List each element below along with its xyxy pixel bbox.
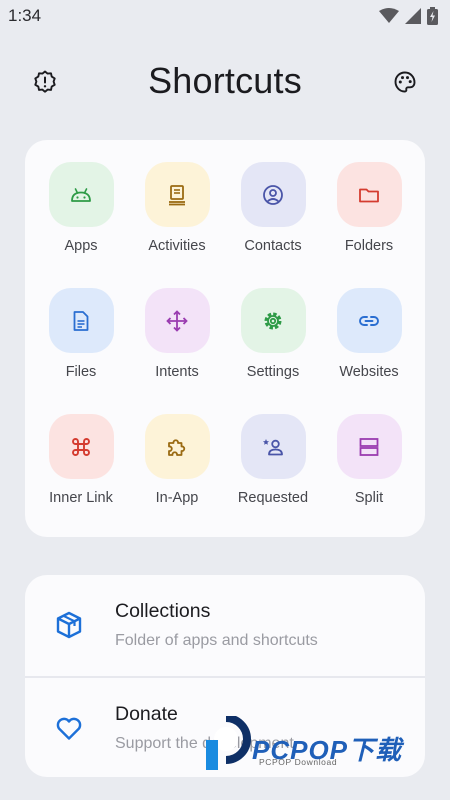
gear-icon [264,312,282,329]
extras-list: Collections Folder of apps and shortcuts… [25,575,425,777]
tile-label: In-App [155,490,199,506]
person-star-icon [263,438,283,455]
heart-icon [56,717,82,740]
tile-icon-bg [240,162,306,227]
tile-intents[interactable]: Intents [129,288,225,414]
tile-icon-bg [48,288,114,353]
donate-item[interactable]: Donate Support the development [25,676,425,777]
list-icon [53,712,85,744]
tile-label: Settings [246,364,300,380]
collections-item[interactable]: Collections Folder of apps and shortcuts [25,575,425,676]
tile-folders[interactable]: Folders [321,162,417,288]
tile-icon-bg [144,162,210,227]
box-icon [56,611,82,639]
tile-icon-bg [336,414,402,479]
folder-icon [359,188,379,202]
tile-label: Split [354,490,384,506]
tile-label: Inner Link [49,490,113,506]
split-icon [359,437,379,456]
tile-label: Websites [339,364,399,380]
contact-icon [263,184,283,205]
wifi-icon [379,8,399,23]
tile-in-app[interactable]: In-App [129,414,225,540]
tile-label: Apps [64,238,98,254]
list-icon [53,609,85,641]
file-icon [73,310,89,331]
tile-label: Folders [344,238,394,254]
tile-contacts[interactable]: Contacts [225,162,321,288]
android-icon [71,187,91,202]
tile-websites[interactable]: Websites [321,288,417,414]
tile-inner-link[interactable]: Inner Link [33,414,129,540]
page-title: Shortcuts [148,60,302,101]
tile-label: Files [65,364,97,380]
battery-icon [427,7,438,25]
tile-icon-bg [144,288,210,353]
tile-label: Activities [148,238,206,254]
status-time: 1:34 [8,6,42,25]
move-arrows-icon [166,309,188,332]
tile-icon-bg [336,288,402,353]
signal-icon [405,8,421,24]
list-subtitle: Support the development [115,735,294,752]
shortcut-types-grid: Apps Activities Contacts Folders Files I… [25,140,425,537]
command-icon [72,437,90,456]
tile-apps[interactable]: Apps [33,162,129,288]
activity-icon [169,184,185,205]
tile-icon-bg [336,162,402,227]
theme-button[interactable] [385,62,425,102]
app-header: Shortcuts [0,56,450,108]
status-bar: 1:34 [0,0,450,32]
tile-icon-bg [144,414,210,479]
list-title: Donate [115,703,178,725]
tile-icon-bg [240,288,306,353]
tile-settings[interactable]: Settings [225,288,321,414]
list-title: Collections [115,600,211,622]
tile-label: Requested [237,490,309,506]
tile-icon-bg [48,414,114,479]
link-icon [359,315,379,326]
status-icons [379,7,438,25]
tile-label: Intents [155,364,199,380]
tile-split[interactable]: Split [321,414,417,540]
tile-files[interactable]: Files [33,288,129,414]
tile-icon-bg [240,414,306,479]
tile-requested[interactable]: Requested [225,414,321,540]
palette-icon [394,71,416,93]
tile-label: Contacts [244,238,302,254]
tile-activities[interactable]: Activities [129,162,225,288]
tile-icon-bg [48,162,114,227]
list-subtitle: Folder of apps and shortcuts [115,632,318,649]
puzzle-icon [168,438,186,456]
